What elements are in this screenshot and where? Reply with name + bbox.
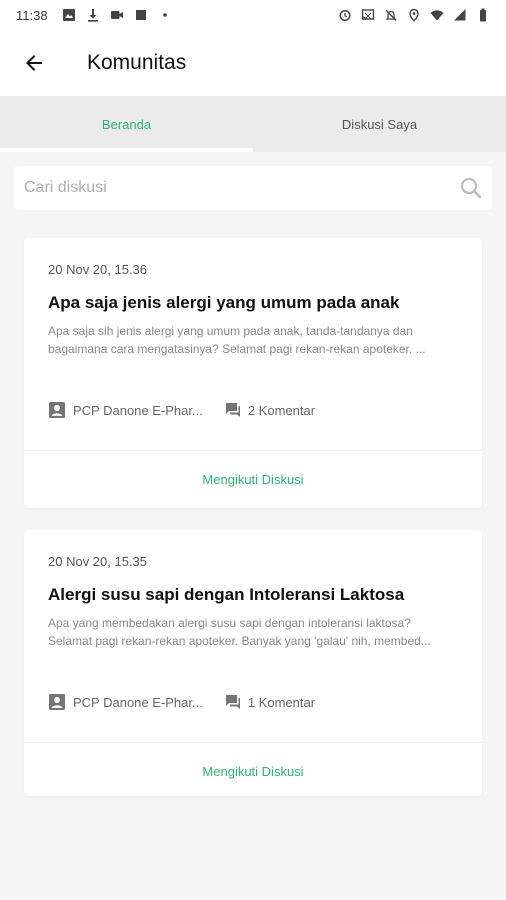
discussion-title[interactable]: Apa saja jenis alergi yang umum pada ana… — [48, 293, 399, 313]
tab-diskusi-saya[interactable]: Diskusi Saya — [253, 96, 506, 152]
comment-count[interactable]: 1 Komentar — [225, 694, 315, 710]
discussion-meta: PCP Danone E-Phar... 2 Komentar — [48, 401, 315, 419]
account-box-icon — [49, 694, 65, 710]
author-info: PCP Danone E-Phar... — [48, 401, 203, 419]
status-time: 11:38 — [16, 7, 48, 23]
status-left-icons — [62, 8, 172, 22]
app-bar: Komunitas — [0, 30, 506, 96]
stop-icon — [135, 10, 146, 20]
tab-bar: Beranda Diskusi Saya — [0, 96, 506, 152]
search-input[interactable] — [22, 178, 458, 198]
account-box-icon — [49, 402, 65, 418]
alarm-icon — [339, 9, 351, 22]
battery-icon — [480, 8, 486, 22]
arrow-left-icon — [26, 55, 42, 71]
discussion-excerpt: Apa saja sih jenis alergi yang umum pada… — [48, 322, 460, 358]
search-bar — [14, 166, 492, 210]
notifications-off-icon — [385, 9, 397, 21]
dot-icon — [162, 13, 167, 17]
author-name: PCP Danone E-Phar... — [73, 694, 203, 710]
status-bar: 11:38 — [0, 0, 506, 30]
discussion-card[interactable]: 20 Nov 20, 15.36 Apa saja jenis alergi y… — [24, 238, 482, 508]
page-title: Komunitas — [87, 51, 187, 74]
wifi-icon — [430, 10, 444, 21]
follow-discussion-button[interactable]: Mengikuti Diskusi — [24, 743, 482, 800]
comment-count-label: 2 Komentar — [247, 402, 316, 418]
author-name: PCP Danone E-Phar... — [73, 402, 203, 418]
search-icon[interactable] — [458, 175, 484, 201]
video-icon — [110, 11, 123, 19]
signal-icon — [454, 9, 466, 21]
tab-beranda[interactable]: Beranda — [0, 96, 253, 152]
discussion-meta: PCP Danone E-Phar... 1 Komentar — [48, 693, 315, 711]
author-info: PCP Danone E-Phar... — [48, 693, 203, 711]
excerpt-line: Apa saja sih jenis alergi yang umum pada… — [48, 324, 413, 338]
image-icon — [62, 9, 75, 21]
comment-icon — [225, 403, 240, 417]
excerpt-line: Selamat pagi rekan-rekan apoteker. Banya… — [48, 634, 431, 648]
discussion-card[interactable]: 20 Nov 20, 15.35 Alergi susu sapi dengan… — [24, 530, 482, 796]
comment-count[interactable]: 2 Komentar — [225, 402, 315, 418]
status-right-icons — [338, 8, 490, 22]
discussion-excerpt: Apa yang membedakan alergi susu sapi den… — [48, 614, 460, 650]
discussion-title[interactable]: Alergi susu sapi dengan Intoleransi Lakt… — [48, 585, 404, 605]
cast-icon — [361, 9, 375, 21]
back-button[interactable] — [14, 43, 54, 83]
comment-icon — [225, 695, 240, 709]
discussion-date: 20 Nov 20, 15.36 — [48, 262, 148, 277]
comment-count-label: 1 Komentar — [247, 694, 316, 710]
excerpt-line: Apa yang membedakan alergi susu sapi den… — [48, 616, 411, 630]
discussion-date: 20 Nov 20, 15.35 — [48, 554, 148, 569]
follow-discussion-button[interactable]: Mengikuti Diskusi — [24, 451, 482, 508]
download-icon — [87, 9, 98, 22]
location-icon — [409, 8, 419, 22]
excerpt-line: bagaimana cara mengatasinya? Selamat pag… — [48, 342, 426, 356]
